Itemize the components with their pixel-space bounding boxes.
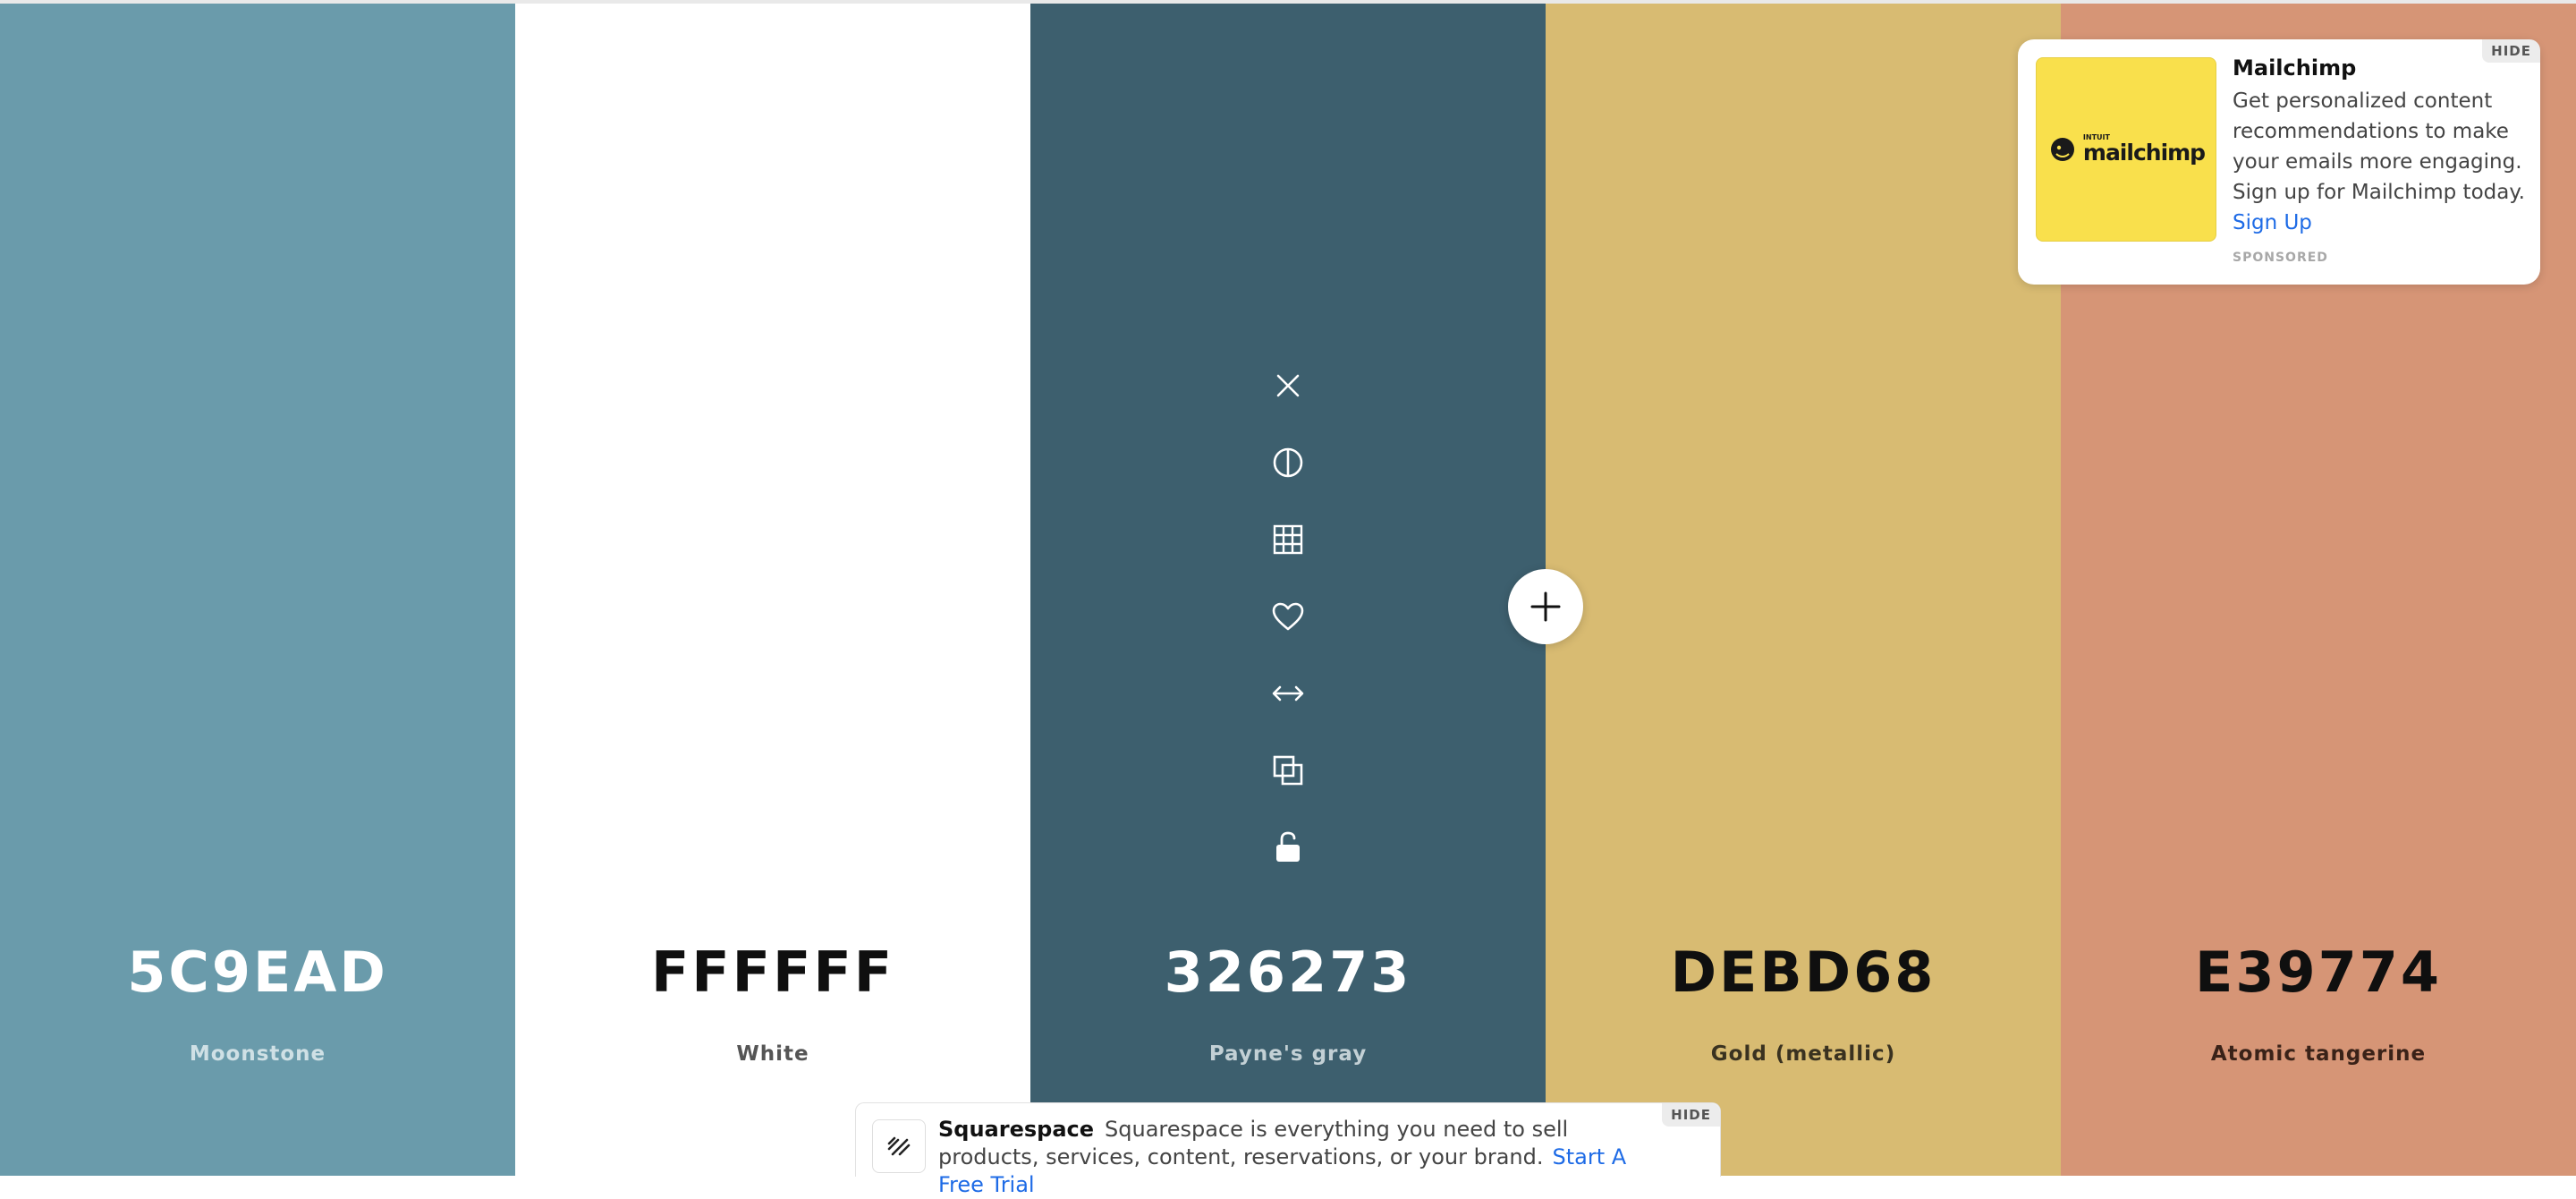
bottom-ad-title: Squarespace bbox=[938, 1117, 1095, 1142]
copy-icon[interactable] bbox=[1252, 732, 1324, 809]
color-hex[interactable]: 326273 bbox=[1030, 941, 1546, 1004]
sign-up-link[interactable]: Sign Up bbox=[2233, 208, 2528, 238]
contrast-icon[interactable] bbox=[1252, 424, 1324, 501]
squarespace-icon bbox=[887, 1136, 911, 1156]
heart-icon[interactable] bbox=[1252, 578, 1324, 655]
color-name: Moonstone bbox=[189, 1042, 326, 1066]
mailchimp-logo[interactable]: INTUIT mailchimp bbox=[2036, 57, 2216, 242]
hide-bottom-ad-button[interactable]: HIDE bbox=[1662, 1103, 1720, 1127]
plus-icon bbox=[1530, 591, 1561, 622]
color-column-gold-metallic[interactable]: DEBD68 Gold (metallic) bbox=[1546, 4, 2061, 1176]
bottom-ad-banner: Squarespace Squarespace is everything you… bbox=[855, 1102, 1721, 1197]
color-column-paynes-gray[interactable]: 326273 Payne's gray bbox=[1030, 4, 1546, 1176]
arrows-horizontal-icon[interactable] bbox=[1252, 655, 1324, 732]
freddie-icon bbox=[2050, 138, 2074, 161]
grid-icon[interactable] bbox=[1252, 501, 1324, 578]
color-column-moonstone[interactable]: 5C9EAD Moonstone bbox=[0, 4, 515, 1176]
color-name: White bbox=[736, 1042, 809, 1066]
unlock-icon[interactable] bbox=[1252, 809, 1324, 886]
ad-body: Get personalized content recommendations… bbox=[2233, 86, 2528, 238]
color-hex[interactable]: FFFFFF bbox=[515, 941, 1030, 1004]
ad-title: Mailchimp bbox=[2233, 55, 2357, 81]
color-column-white[interactable]: FFFFFF White bbox=[515, 4, 1030, 1176]
ad-description: Get personalized content recommendations… bbox=[2233, 89, 2525, 204]
hide-ad-button[interactable]: HIDE bbox=[2482, 39, 2540, 63]
sponsored-label: SPONSORED bbox=[2233, 251, 2328, 265]
color-name: Gold (metallic) bbox=[1710, 1042, 1896, 1066]
color-hex[interactable]: DEBD68 bbox=[1546, 941, 2061, 1004]
bottom-ad-text: Squarespace Squarespace is everything you… bbox=[938, 1116, 1636, 1199]
close-icon[interactable] bbox=[1252, 347, 1324, 424]
color-tools bbox=[1252, 347, 1324, 886]
color-hex[interactable]: 5C9EAD bbox=[0, 941, 515, 1004]
squarespace-logo[interactable] bbox=[872, 1119, 926, 1173]
color-name: Payne's gray bbox=[1208, 1042, 1368, 1066]
color-name: Atomic tangerine bbox=[2210, 1042, 2427, 1066]
color-hex[interactable]: E39774 bbox=[2061, 941, 2576, 1004]
sponsored-ad-card: INTUIT mailchimp Mailchimp Get personali… bbox=[2018, 39, 2540, 285]
logo-word: mailchimp bbox=[2082, 140, 2206, 166]
add-color-button[interactable] bbox=[1508, 569, 1583, 644]
